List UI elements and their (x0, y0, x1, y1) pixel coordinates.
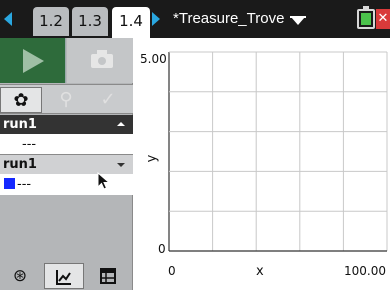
graph-area[interactable]: 5.00 0 y 0 x 100.00 (134, 38, 390, 290)
start-collection-button[interactable] (0, 38, 66, 83)
battery-level (361, 13, 371, 25)
settings-button[interactable]: ✿ (0, 87, 42, 113)
run-value-1: --- (0, 134, 133, 155)
previous-page-arrow-icon[interactable] (4, 12, 12, 26)
dropdown-caret-icon[interactable] (117, 163, 125, 167)
document-menu-caret-icon[interactable] (290, 16, 306, 25)
tab-page-1-4[interactable]: 1.4 (112, 7, 150, 38)
next-page-arrow-icon[interactable] (152, 12, 160, 26)
gear-icon: ✿ (13, 90, 29, 111)
x-axis-min-label: 0 (168, 264, 176, 278)
document-tab-bar: 1.2 1.3 1.4 *Treasure_Trove ✕ (0, 0, 390, 38)
camera-lens (98, 57, 106, 65)
graph-view-button[interactable] (44, 263, 84, 289)
check-button[interactable]: ✓ (87, 87, 129, 113)
checkmark-icon: ✓ (100, 89, 116, 110)
app-window: 1.2 1.3 1.4 *Treasure_Trove ✕ ✿ ⚲ ✓ run1… (0, 0, 390, 290)
y-axis-label[interactable]: y (144, 155, 159, 163)
x-axis-max-label: 100.00 (344, 264, 386, 278)
run-name-1: run1 (3, 117, 37, 132)
tab-page-1-3[interactable]: 1.3 (72, 7, 108, 36)
run-name-2: run1 (3, 157, 37, 172)
run-color-swatch (4, 178, 15, 189)
play-icon (23, 49, 44, 73)
run-header-1[interactable]: run1 (0, 115, 133, 134)
battery-nub (363, 6, 369, 9)
meter-icon: ⊛ (12, 266, 28, 286)
battery-icon (357, 6, 375, 29)
meter-view-button[interactable]: ⊛ (0, 263, 40, 289)
tab-page-1-2[interactable]: 1.2 (33, 7, 69, 36)
tool-row: ✿ ⚲ ✓ (0, 84, 133, 114)
y-axis-max-label: 5.00 (140, 52, 167, 66)
table-icon (100, 268, 116, 284)
camera-icon (91, 50, 113, 68)
close-button[interactable]: ✕ (376, 9, 390, 29)
run-value-2-text: --- (17, 177, 32, 192)
x-axis-label[interactable]: x (256, 264, 264, 279)
graph-grid (168, 51, 388, 252)
run-header-2[interactable]: run1 (0, 155, 133, 174)
pin-icon: ⚲ (59, 89, 73, 110)
marker-button[interactable]: ⚲ (45, 87, 87, 113)
y-axis-min-label: 0 (158, 242, 166, 256)
collapse-caret-icon[interactable] (117, 122, 125, 126)
collection-controls (0, 38, 133, 83)
view-switcher: ⊛ (0, 263, 133, 290)
document-title[interactable]: *Treasure_Trove (173, 10, 284, 27)
run-value-2: --- (0, 174, 133, 195)
table-view-button[interactable] (88, 263, 128, 289)
graph-icon (56, 270, 71, 285)
keep-data-button[interactable] (67, 38, 133, 83)
data-collection-panel: ✿ ⚲ ✓ run1 --- run1 --- ⊛ (0, 38, 133, 290)
mouse-pointer-icon (97, 172, 111, 190)
